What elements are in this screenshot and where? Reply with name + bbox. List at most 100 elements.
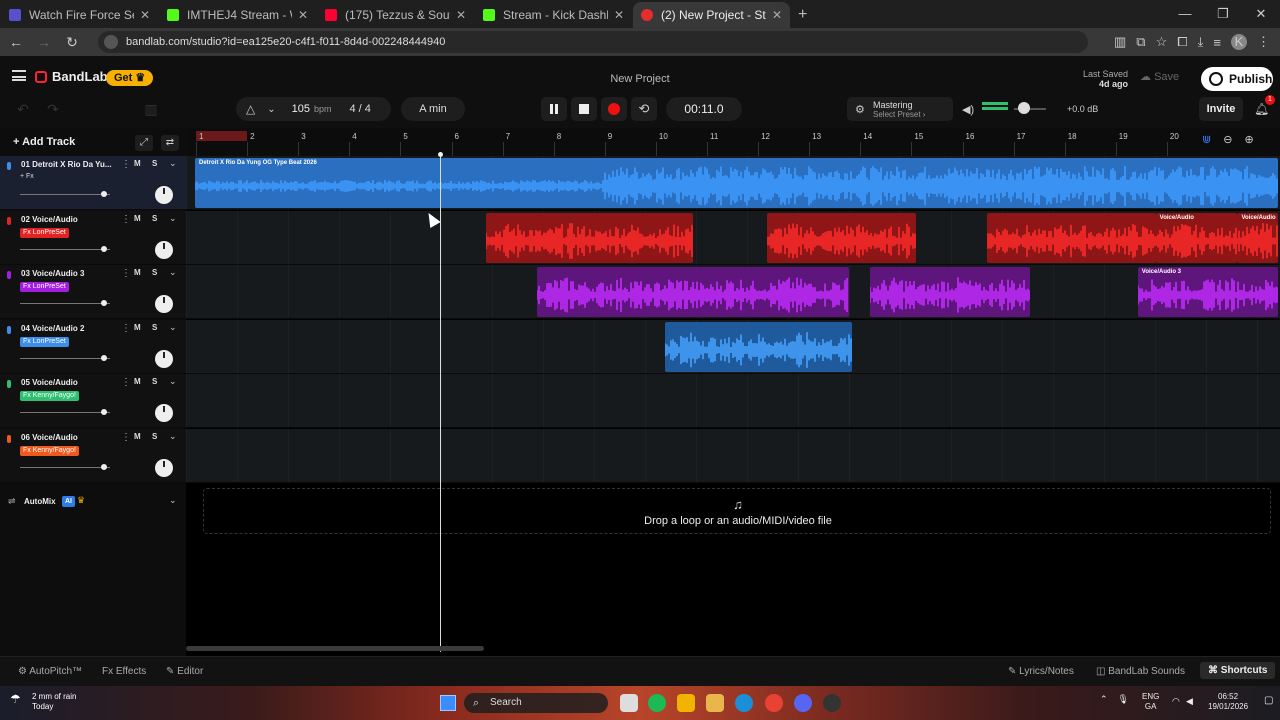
- arrangement-timeline[interactable]: 1 2 3 4 5 6 7 8 9 10 11 12 13 14 15 16 17 18 19 20 ⋓ ⊖ ⊕ De…: [186, 128, 1280, 656]
- browser-tab-active[interactable]: (2) New Project - Studio ✕: [633, 2, 790, 28]
- mute-button[interactable]: M: [134, 214, 141, 223]
- windows-start-icon[interactable]: [440, 695, 456, 711]
- track-name[interactable]: 04 Voice/Audio 2: [21, 324, 115, 333]
- pan-knob[interactable]: [155, 349, 173, 368]
- solo-button[interactable]: S: [152, 323, 157, 332]
- track-volume-slider[interactable]: [20, 303, 110, 305]
- weather-widget[interactable]: ☂ 2 mm of rain Today: [10, 692, 76, 712]
- automation-icon[interactable]: ⤢: [135, 135, 153, 151]
- audio-region[interactable]: Voice/Audio: [1155, 212, 1238, 263]
- metronome-icon[interactable]: △: [246, 102, 255, 116]
- spotify-app-icon[interactable]: [648, 694, 666, 712]
- audio-region[interactable]: [987, 212, 1156, 263]
- audio-region[interactable]: [665, 321, 852, 372]
- track-volume-slider[interactable]: [20, 194, 110, 195]
- chevron-down-icon[interactable]: ⌄: [169, 267, 177, 278]
- shortcuts-button[interactable]: ⌘ Shortcuts: [1200, 662, 1276, 679]
- publish-button[interactable]: Publish: [1201, 67, 1273, 91]
- add-fx-button[interactable]: + Fx: [20, 173, 34, 180]
- bpm-value[interactable]: 105: [292, 103, 310, 115]
- audio-region[interactable]: Voice/Audio 3: [1137, 267, 1279, 318]
- chevron-down-icon[interactable]: ⌄: [169, 495, 177, 506]
- track-header[interactable]: 06 Voice/Audio ⋮ M S ⌄ Fx Kenny/Faygo!: [0, 429, 186, 483]
- fx-preset-badge[interactable]: Fx LonPreSet: [20, 336, 69, 347]
- browser-tab[interactable]: Watch Fire Force Season 3 Engl ✕: [1, 2, 158, 28]
- pan-knob[interactable]: [155, 459, 173, 477]
- taskbar-search[interactable]: Search: [464, 693, 608, 713]
- audio-region[interactable]: [537, 267, 850, 318]
- key-selector[interactable]: A min: [401, 97, 465, 121]
- profile-avatar[interactable]: K: [1231, 34, 1247, 50]
- automix-row[interactable]: ⇌ AutoMix AI ♛ ⌄: [0, 492, 186, 512]
- extensions-icon[interactable]: ⧠: [1177, 34, 1187, 50]
- system-clock[interactable]: 06:52 19/01/2026: [1208, 692, 1248, 712]
- track-volume-knob[interactable]: [101, 354, 107, 361]
- save-button[interactable]: ☁ Save: [1140, 70, 1179, 83]
- redo-icon[interactable]: ↷: [40, 101, 66, 121]
- mute-button[interactable]: M: [134, 323, 141, 332]
- chevron-down-icon[interactable]: ⌄: [267, 104, 275, 115]
- magnet-snap-icon[interactable]: ⋓: [1202, 133, 1211, 146]
- close-tab-icon[interactable]: ✕: [140, 8, 150, 22]
- piano-icon[interactable]: ▥: [138, 101, 164, 121]
- undo-icon[interactable]: ↶: [10, 101, 36, 121]
- track-lane[interactable]: [186, 374, 1280, 429]
- reload-icon[interactable]: ↻: [60, 34, 84, 51]
- more-options-icon[interactable]: ⋮: [121, 268, 131, 279]
- wifi-icon[interactable]: ◠: [1172, 696, 1180, 707]
- track-lane[interactable]: [186, 429, 1280, 483]
- drop-zone[interactable]: ♫ Drop a loop or an audio/MIDI/video fil…: [203, 488, 1271, 534]
- time-signature[interactable]: 4 / 4: [350, 103, 371, 115]
- reading-mode-icon[interactable]: ▥: [1114, 34, 1126, 50]
- folder-app-icon[interactable]: [706, 694, 724, 712]
- browser-tab[interactable]: IMTHEJ4 Stream - Watch Live o ✕: [159, 2, 316, 28]
- forward-icon[interactable]: →: [32, 34, 56, 50]
- more-options-icon[interactable]: ⋮: [121, 377, 131, 388]
- browser-tab[interactable]: (175) Tezzus & SouthSideSilhou ✕: [317, 2, 474, 28]
- track-name[interactable]: 01 Detroit X Rio Da Yu...: [21, 160, 115, 169]
- invite-button[interactable]: Invite: [1199, 97, 1243, 121]
- fx-preset-badge[interactable]: Fx Kenny/Faygo!: [20, 391, 79, 402]
- editor-button[interactable]: ✎ Editor: [166, 666, 203, 677]
- track-volume-knob[interactable]: [101, 245, 107, 252]
- mute-button[interactable]: M: [134, 432, 141, 441]
- track-name[interactable]: 02 Voice/Audio: [21, 215, 115, 224]
- solo-button[interactable]: S: [152, 214, 157, 223]
- track-volume-knob[interactable]: [101, 191, 107, 197]
- restore-icon[interactable]: ❐: [1204, 0, 1242, 28]
- audio-region[interactable]: Detroit X Rio Da Yung OG Type Beat 2026: [195, 158, 1279, 208]
- pan-knob[interactable]: [155, 240, 173, 259]
- track-name[interactable]: 05 Voice/Audio: [21, 378, 115, 387]
- new-tab-button[interactable]: +: [798, 2, 807, 28]
- track-header[interactable]: 01 Detroit X Rio Da Yu... ⋮ M S ⌄ + Fx: [0, 156, 186, 210]
- chevron-down-icon[interactable]: ⌄: [169, 376, 177, 387]
- chrome-app-icon[interactable]: [765, 694, 783, 712]
- zoom-out-icon[interactable]: ⊖: [1223, 133, 1232, 146]
- track-header[interactable]: 02 Voice/Audio ⋮ M S ⌄ Fx LonPreSet: [0, 210, 186, 265]
- solo-button[interactable]: S: [152, 377, 157, 386]
- minimize-icon[interactable]: —: [1166, 0, 1204, 28]
- track-volume-slider[interactable]: [20, 357, 110, 359]
- install-icon[interactable]: ⧉: [1136, 34, 1145, 50]
- track-header[interactable]: 04 Voice/Audio 2 ⋮ M S ⌄ Fx LonPreSet: [0, 319, 186, 374]
- lyrics-notes-button[interactable]: ✎ Lyrics/Notes: [1008, 666, 1074, 677]
- volume-icon[interactable]: ◀: [1186, 696, 1193, 707]
- fx-preset-badge[interactable]: Fx Kenny/Faygo!: [20, 446, 79, 456]
- microphone-icon[interactable]: 🎙︎: [1118, 694, 1129, 705]
- store-app-icon[interactable]: [677, 694, 695, 712]
- site-info-icon[interactable]: [104, 35, 118, 49]
- mastering-button[interactable]: ⚙ Mastering Select Preset ›: [847, 97, 953, 121]
- audio-region[interactable]: [486, 212, 694, 263]
- track-volume-slider[interactable]: [20, 412, 110, 414]
- bookmark-star-icon[interactable]: ☆: [1156, 34, 1168, 50]
- pause-button[interactable]: [541, 97, 567, 121]
- track-volume-slider[interactable]: [20, 467, 110, 468]
- chevron-down-icon[interactable]: ⌄: [169, 322, 177, 333]
- edge-app-icon[interactable]: [735, 694, 753, 712]
- track-volume-knob[interactable]: [101, 409, 107, 416]
- obs-app-icon[interactable]: [823, 694, 841, 712]
- back-icon[interactable]: ←: [4, 34, 28, 50]
- chevron-down-icon[interactable]: ⌄: [169, 158, 177, 169]
- notification-center-icon[interactable]: ▢: [1264, 695, 1273, 706]
- solo-button[interactable]: S: [152, 432, 157, 441]
